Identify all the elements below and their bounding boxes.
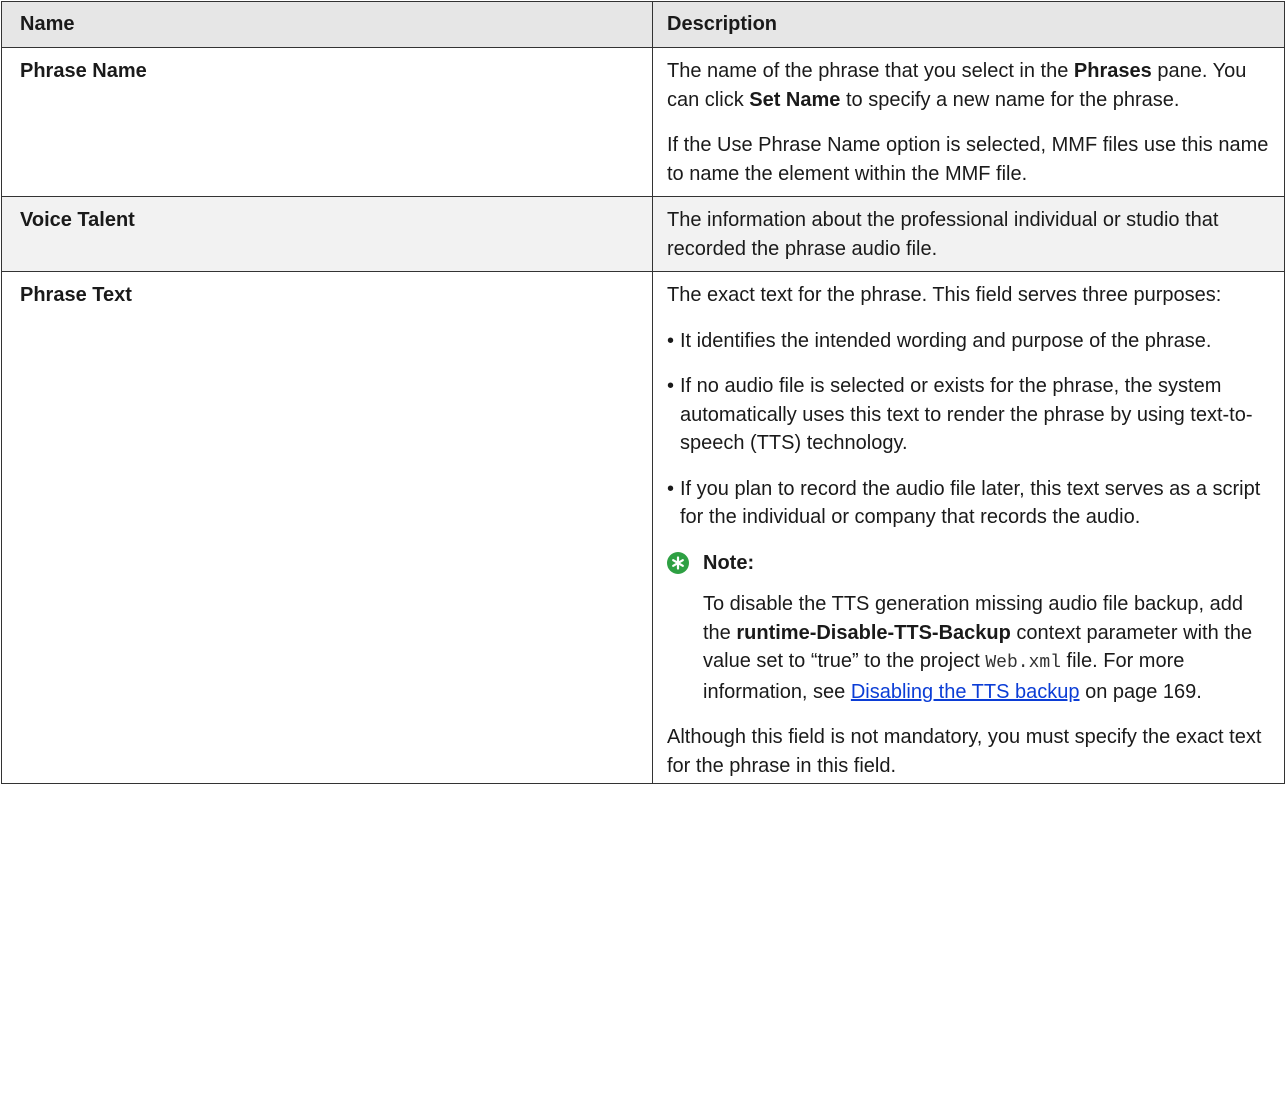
- bullet-icon: •: [667, 329, 675, 352]
- table-row: Phrase Name The name of the phrase that …: [1, 47, 1285, 197]
- description-paragraph: The information about the professional i…: [667, 209, 1219, 260]
- parameter-table: Name Description Phrase Name The name of…: [1, 1, 1285, 784]
- ui-term-set-name: Set Name: [749, 88, 841, 111]
- list-item-text: It identifies the intended wording and p…: [680, 329, 1212, 352]
- bullet-icon: •: [667, 477, 675, 500]
- row-description: The information about the professional i…: [652, 196, 1285, 272]
- text-run: The name of the phrase that you select i…: [667, 60, 1074, 82]
- description-paragraph: The name of the phrase that you select i…: [667, 57, 1274, 114]
- row-name-phrase-text: Phrase Text: [1, 271, 653, 784]
- table-row: Voice Talent The information about the p…: [1, 196, 1285, 272]
- text-run: on page 169.: [1079, 680, 1202, 703]
- header-name: Name: [1, 1, 653, 48]
- list-item: • If you plan to record the audio file l…: [667, 475, 1274, 532]
- description-paragraph: The exact text for the phrase. This fiel…: [667, 284, 1222, 306]
- star-note-icon: [667, 551, 689, 574]
- row-description: The exact text for the phrase. This fiel…: [652, 271, 1285, 784]
- row-name-phrase-name: Phrase Name: [1, 47, 653, 197]
- note-title: Note:: [703, 551, 755, 574]
- description-paragraph: Although this field is not mandatory, yo…: [667, 726, 1262, 777]
- param-name: runtime-Disable-TTS-Backup: [736, 621, 1011, 644]
- note-body: To disable the TTS generation missing au…: [703, 590, 1274, 706]
- file-name-code: Web.xml: [985, 653, 1061, 673]
- table-row: Phrase Text The exact text for the phras…: [1, 271, 1285, 784]
- table-header-row: Name Description: [1, 1, 1285, 48]
- list-item-text: If you plan to record the audio file lat…: [680, 477, 1261, 529]
- row-description: The name of the phrase that you select i…: [652, 47, 1285, 197]
- description-paragraph: If the Use Phrase Name option is selecte…: [667, 134, 1269, 185]
- row-name-voice-talent: Voice Talent: [1, 196, 653, 272]
- bullet-icon: •: [667, 375, 675, 397]
- disabling-tts-backup-link[interactable]: Disabling the TTS backup: [851, 681, 1080, 703]
- list-item: • It identifies the intended wording and…: [667, 327, 1274, 356]
- ui-term-phrases: Phrases: [1073, 60, 1152, 82]
- header-description: Description: [652, 1, 1285, 48]
- text-run: to specify a new name for the phrase.: [840, 88, 1180, 111]
- list-item-text: If no audio file is selected or exists f…: [680, 375, 1253, 454]
- list-item: • If no audio file is selected or exists…: [667, 372, 1274, 458]
- note-heading: Note:: [667, 549, 1274, 578]
